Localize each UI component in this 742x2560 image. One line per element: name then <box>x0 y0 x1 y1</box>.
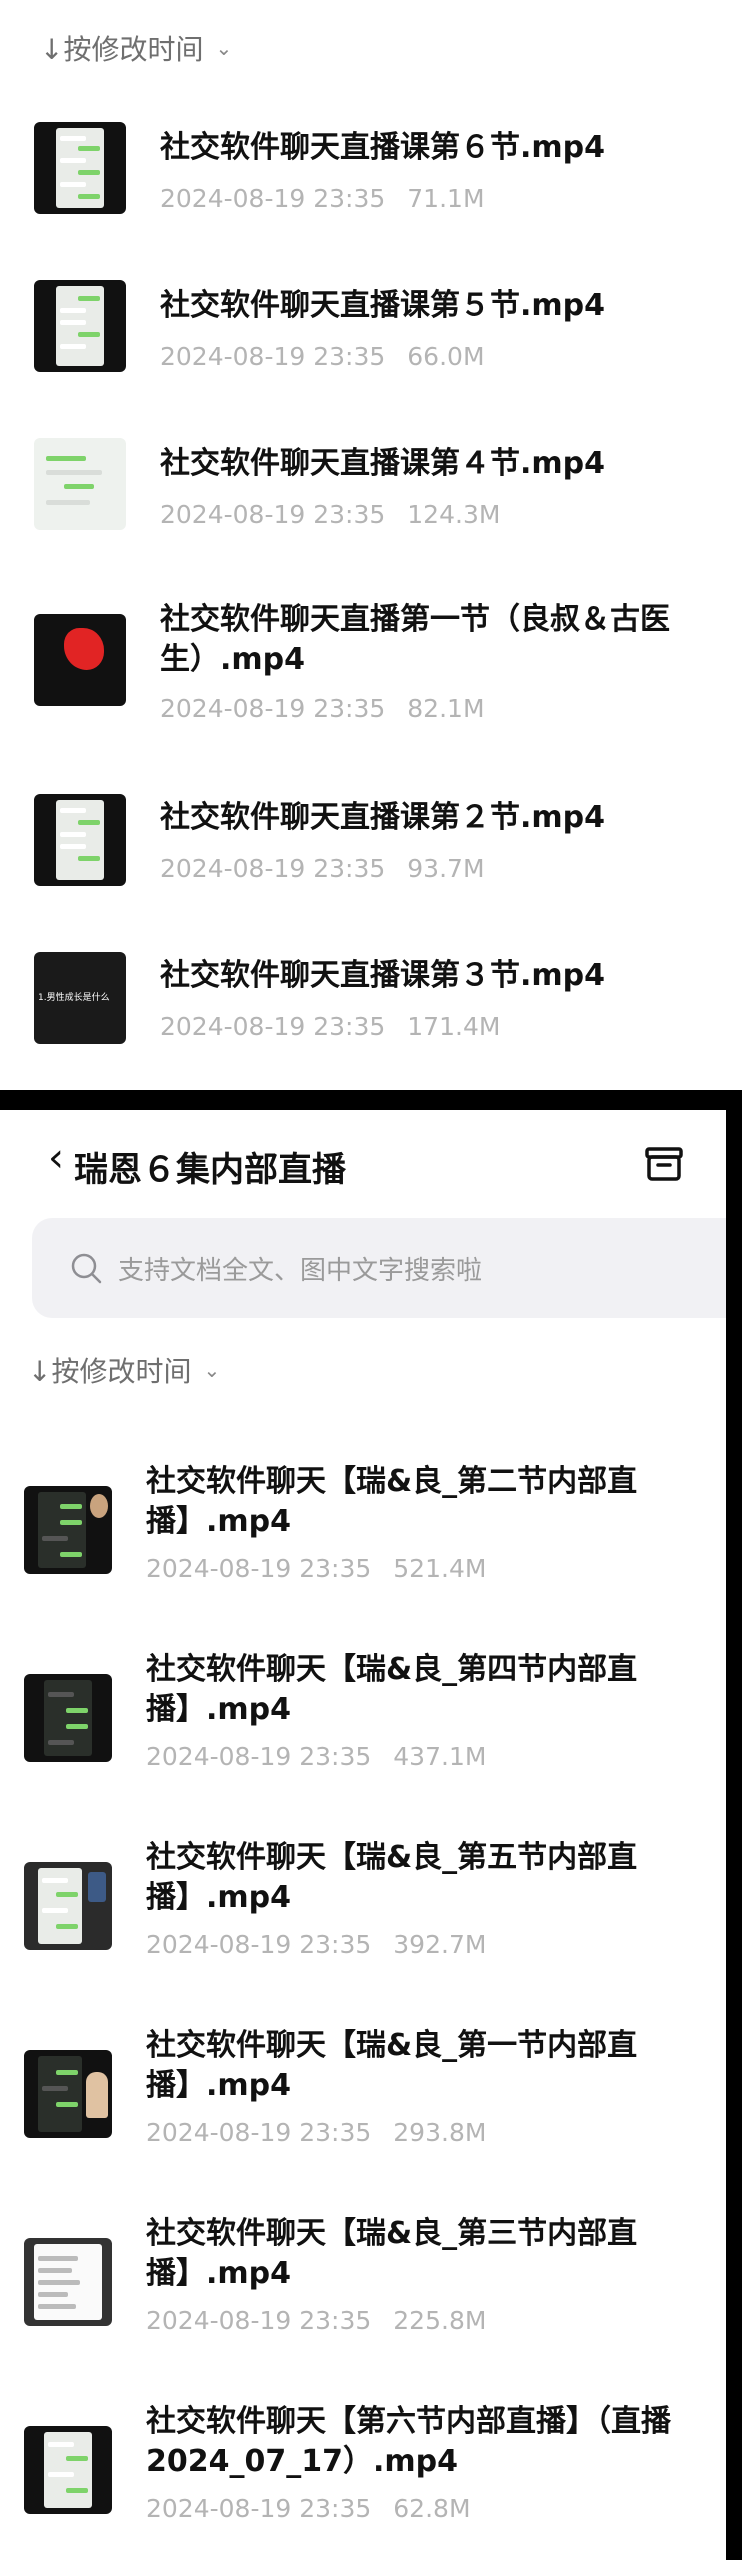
file-name: 社交软件聊天【瑞&良_第四节内部直播】.mp4 <box>146 1652 638 1727</box>
file-date: 2024-08-19 23:35 <box>160 694 386 723</box>
file-date: 2024-08-19 23:35 <box>160 854 386 883</box>
file-size: 124.3M <box>407 500 501 529</box>
file-list-item[interactable]: 社交软件聊天【瑞&良_第一节内部直播】.mp4 2024-08-19 23:35… <box>0 2004 726 2184</box>
video-thumbnail: 1.男性成长是什么 <box>34 952 126 1044</box>
sort-label: ↓按修改时间 <box>40 33 204 66</box>
sort-by-modified-button[interactable]: ↓按修改时间 ⌄ <box>40 28 232 68</box>
screenshot-border <box>726 1090 742 2560</box>
file-date: 2024-08-19 23:35 <box>146 1930 372 1959</box>
file-list-item[interactable]: 1.男性成长是什么 社交软件聊天直播课第３节.mp4 2024-08-19 23… <box>0 936 742 1090</box>
file-date: 2024-08-19 23:35 <box>160 500 386 529</box>
file-meta: 2024-08-19 23:35 124.3M <box>160 500 500 529</box>
video-thumbnail <box>24 2050 112 2138</box>
file-name: 社交软件聊天直播课第６节.mp4 <box>160 130 606 165</box>
file-meta: 2024-08-19 23:35 71.1M <box>160 184 485 213</box>
video-thumbnail <box>24 1862 112 1950</box>
archive-icon[interactable] <box>644 1146 684 1182</box>
file-name: 社交软件聊天【瑞&良_第三节内部直播】.mp4 <box>146 2216 638 2291</box>
file-list-item[interactable]: 社交软件聊天【瑞&良_第四节内部直播】.mp4 2024-08-19 23:35… <box>0 1628 726 1808</box>
file-meta: 2024-08-19 23:35 225.8M <box>146 2306 486 2335</box>
file-date: 2024-08-19 23:35 <box>146 2494 372 2523</box>
video-thumbnail <box>34 280 126 372</box>
video-thumbnail <box>24 2238 112 2326</box>
video-thumbnail <box>34 438 126 530</box>
chevron-down-icon: ⌄ <box>215 36 233 60</box>
back-chevron-icon[interactable]: ‹ <box>48 1138 64 1178</box>
search-icon <box>71 1253 102 1284</box>
file-date: 2024-08-19 23:35 <box>146 1554 372 1583</box>
file-meta: 2024-08-19 23:35 66.0M <box>160 342 485 371</box>
file-date: 2024-08-19 23:35 <box>160 342 386 371</box>
file-size: 71.1M <box>407 184 485 213</box>
file-name: 社交软件聊天【瑞&良_第一节内部直播】.mp4 <box>146 2028 638 2103</box>
video-thumbnail <box>24 2426 112 2514</box>
search-placeholder: 支持文档全文、图中文字搜索啦 <box>118 1256 483 1286</box>
folder-view-panel: ‹ 瑞恩６集内部直播 支持文档全文、图中文字搜索啦 ↓按修改时间 ⌄ 社交软件聊… <box>0 1110 726 2560</box>
navigation-header: ‹ 瑞恩６集内部直播 <box>0 1130 726 1190</box>
file-date: 2024-08-19 23:35 <box>146 1742 372 1771</box>
file-size: 437.1M <box>393 1742 487 1771</box>
file-name: 社交软件聊天【瑞&良_第五节内部直播】.mp4 <box>146 1840 638 1915</box>
video-thumbnail <box>24 1486 112 1574</box>
file-list-item[interactable]: 社交软件聊天直播课第５节.mp4 2024-08-19 23:35 66.0M <box>0 268 742 426</box>
file-meta: 2024-08-19 23:35 293.8M <box>146 2118 486 2147</box>
file-list-item[interactable]: 社交软件聊天直播课第６节.mp4 2024-08-19 23:35 71.1M <box>0 110 742 268</box>
video-thumbnail <box>24 1674 112 1762</box>
file-size: 521.4M <box>393 1554 487 1583</box>
file-meta: 2024-08-19 23:35 392.7M <box>146 1930 486 1959</box>
file-name: 社交软件聊天【瑞&良_第二节内部直播】.mp4 <box>146 1464 638 1539</box>
file-date: 2024-08-19 23:35 <box>146 2118 372 2147</box>
file-name: 社交软件聊天直播课第５节.mp4 <box>160 288 606 323</box>
video-thumbnail <box>34 122 126 214</box>
file-list-item[interactable]: 社交软件聊天【瑞&良_第五节内部直播】.mp4 2024-08-19 23:35… <box>0 1816 726 1996</box>
file-meta: 2024-08-19 23:35 521.4M <box>146 1554 486 1583</box>
page-title: 瑞恩６集内部直播 <box>74 1150 346 1190</box>
file-list-item[interactable]: 社交软件聊天【第六节内部直播】（直播2024_07_17）.mp4 2024-0… <box>0 2380 726 2560</box>
file-meta: 2024-08-19 23:35 82.1M <box>160 694 485 723</box>
file-size: 171.4M <box>407 1012 501 1041</box>
chevron-down-icon: ⌄ <box>203 1358 221 1382</box>
file-date: 2024-08-19 23:35 <box>160 1012 386 1041</box>
top-file-list-panel: ↓按修改时间 ⌄ 社交软件聊天直播课第６节.mp4 2024-08-19 23:… <box>0 0 742 1090</box>
file-meta: 2024-08-19 23:35 437.1M <box>146 1742 486 1771</box>
file-meta: 2024-08-19 23:35 171.4M <box>160 1012 500 1041</box>
file-list-item[interactable]: 社交软件聊天直播第一节（良叔＆古医生）.mp4 2024-08-19 23:35… <box>0 584 742 774</box>
file-size: 293.8M <box>393 2118 487 2147</box>
video-thumbnail <box>34 614 126 706</box>
file-name: 社交软件聊天直播课第３节.mp4 <box>160 958 606 993</box>
file-size: 392.7M <box>393 1930 487 1959</box>
file-name: 社交软件聊天直播第一节（良叔＆古医生）.mp4 <box>160 602 670 677</box>
file-date: 2024-08-19 23:35 <box>160 184 386 213</box>
file-size: 225.8M <box>393 2306 487 2335</box>
file-size: 62.8M <box>393 2494 471 2523</box>
file-size: 82.1M <box>407 694 485 723</box>
file-list-item[interactable]: 社交软件聊天直播课第４节.mp4 2024-08-19 23:35 124.3M <box>0 426 742 584</box>
file-name: 社交软件聊天直播课第４节.mp4 <box>160 446 606 481</box>
file-size: 93.7M <box>407 854 485 883</box>
file-date: 2024-08-19 23:35 <box>146 2306 372 2335</box>
screenshot-divider <box>0 1090 742 1110</box>
file-name: 社交软件聊天【第六节内部直播】（直播2024_07_17）.mp4 <box>146 2404 671 2479</box>
file-size: 66.0M <box>407 342 485 371</box>
file-meta: 2024-08-19 23:35 93.7M <box>160 854 485 883</box>
file-meta: 2024-08-19 23:35 62.8M <box>146 2494 471 2523</box>
file-name: 社交软件聊天直播课第２节.mp4 <box>160 800 606 835</box>
sort-by-modified-button[interactable]: ↓按修改时间 ⌄ <box>28 1350 220 1390</box>
sort-label: ↓按修改时间 <box>28 1355 192 1388</box>
thumbnail-caption: 1.男性成长是什么 <box>38 993 110 1003</box>
file-list-item[interactable]: 社交软件聊天【瑞&良_第三节内部直播】.mp4 2024-08-19 23:35… <box>0 2192 726 2372</box>
search-input[interactable]: 支持文档全文、图中文字搜索啦 <box>32 1218 726 1318</box>
file-list-item[interactable]: 社交软件聊天直播课第２节.mp4 2024-08-19 23:35 93.7M <box>0 778 742 936</box>
file-list-item[interactable]: 社交软件聊天【瑞&良_第二节内部直播】.mp4 2024-08-19 23:35… <box>0 1440 726 1620</box>
video-thumbnail <box>34 794 126 886</box>
